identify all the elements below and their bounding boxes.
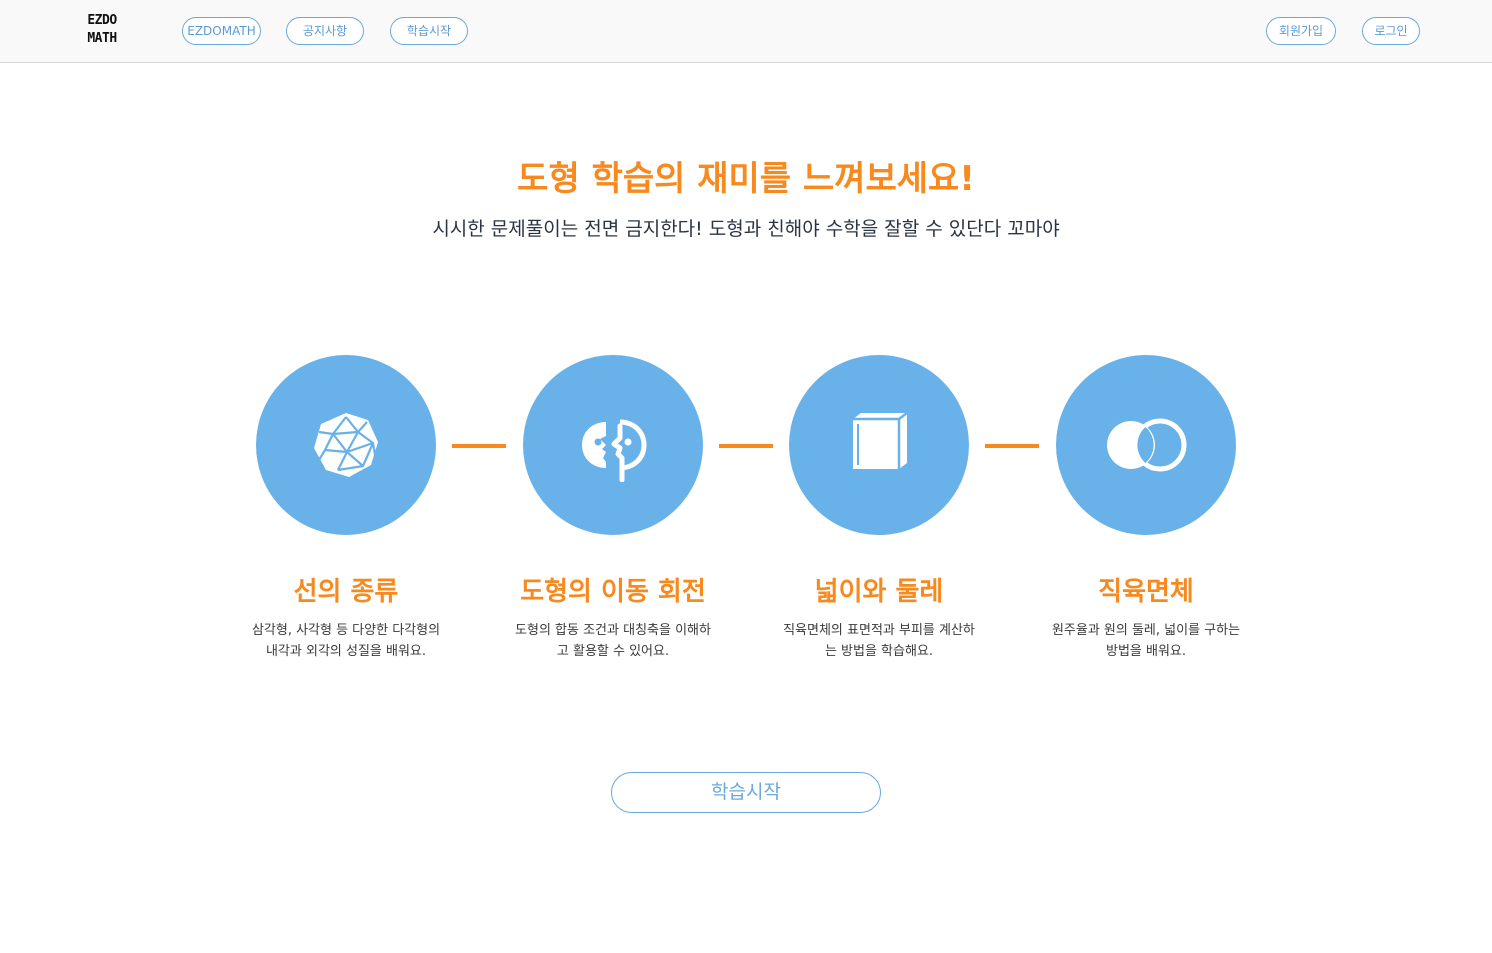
- feature-title-solid: 직육면체: [1098, 577, 1194, 607]
- feature-desc-transform-line-2: 고 활용할 수 있어요.: [556, 644, 670, 659]
- logo-line-2: MATH: [87, 31, 117, 46]
- feature-title-lines: 선의 종류: [293, 577, 399, 607]
- feature-title-area: 넓이와 둘레: [814, 577, 944, 607]
- feature-desc-area-line-1: 직육면체의 표면적과 부피를 계산하: [783, 623, 975, 638]
- nav-start-learning-button[interactable]: 학습시작: [390, 17, 468, 45]
- mirrored-faces-icon: [582, 419, 647, 482]
- logo-line-1: EZDO: [87, 13, 117, 28]
- cube-icon: [853, 413, 908, 469]
- signup-button[interactable]: 회원가입: [1266, 17, 1336, 45]
- login-button[interactable]: 로그인: [1362, 17, 1420, 45]
- feature-desc-area: 직육면체의 표면적과 부피를 계산하 는 방법을 학습해요.: [764, 620, 994, 662]
- feature-circle-solid: [1056, 355, 1236, 535]
- feature-desc-lines-line-2: 내각과 외각의 성질을 배워요.: [265, 644, 427, 659]
- feature-title-transform: 도형의 이동 회전: [520, 577, 706, 607]
- connector-line-3: [985, 444, 1039, 448]
- feature-desc-area-line-2: 는 방법을 학습해요.: [824, 644, 934, 659]
- feature-desc-solid-line-1: 원주율과 원의 둘레, 넓이를 구하는: [1051, 623, 1241, 638]
- feature-desc-lines: 삼각형, 사각형 등 다양한 다각형의 내각과 외각의 성질을 배워요.: [231, 620, 461, 662]
- nav-home-button[interactable]: EZDOMATH: [182, 17, 261, 45]
- polyhedron-icon: [314, 413, 378, 477]
- nav-notice-button[interactable]: 공지사항: [286, 17, 364, 45]
- hero-subtitle: 시시한 문제풀이는 전면 금지한다! 도형과 친해야 수학을 잘할 수 있단다 …: [432, 218, 1060, 240]
- top-navigation-bar: EZDO MATH EZDOMATH 공지사항 학습시작 회원가입 로그인: [0, 0, 1492, 63]
- feature-desc-transform-line-1: 도형의 합동 조건과 대칭축을 이해하: [515, 623, 711, 638]
- feature-circle-area: [789, 355, 969, 535]
- ezdomath-logo[interactable]: EZDO MATH: [79, 12, 125, 48]
- feature-desc-transform: 도형의 합동 조건과 대칭축을 이해하 고 활용할 수 있어요.: [498, 620, 728, 662]
- feature-desc-lines-line-1: 삼각형, 사각형 등 다양한 다각형의: [251, 623, 441, 638]
- connector-line-1: [452, 444, 506, 448]
- feature-circle-lines: [256, 355, 436, 535]
- feature-circle-transform: [523, 355, 703, 535]
- connector-line-2: [719, 444, 773, 448]
- feature-desc-solid-line-2: 방법을 배워요.: [1105, 644, 1187, 659]
- overlapping-circles-icon: [1107, 418, 1187, 472]
- feature-desc-solid: 원주율과 원의 둘레, 넓이를 구하는 방법을 배워요.: [1031, 620, 1261, 662]
- hero-title: 도형 학습의 재미를 느껴보세요!: [517, 159, 975, 199]
- start-learning-button[interactable]: 학습시작: [611, 772, 881, 813]
